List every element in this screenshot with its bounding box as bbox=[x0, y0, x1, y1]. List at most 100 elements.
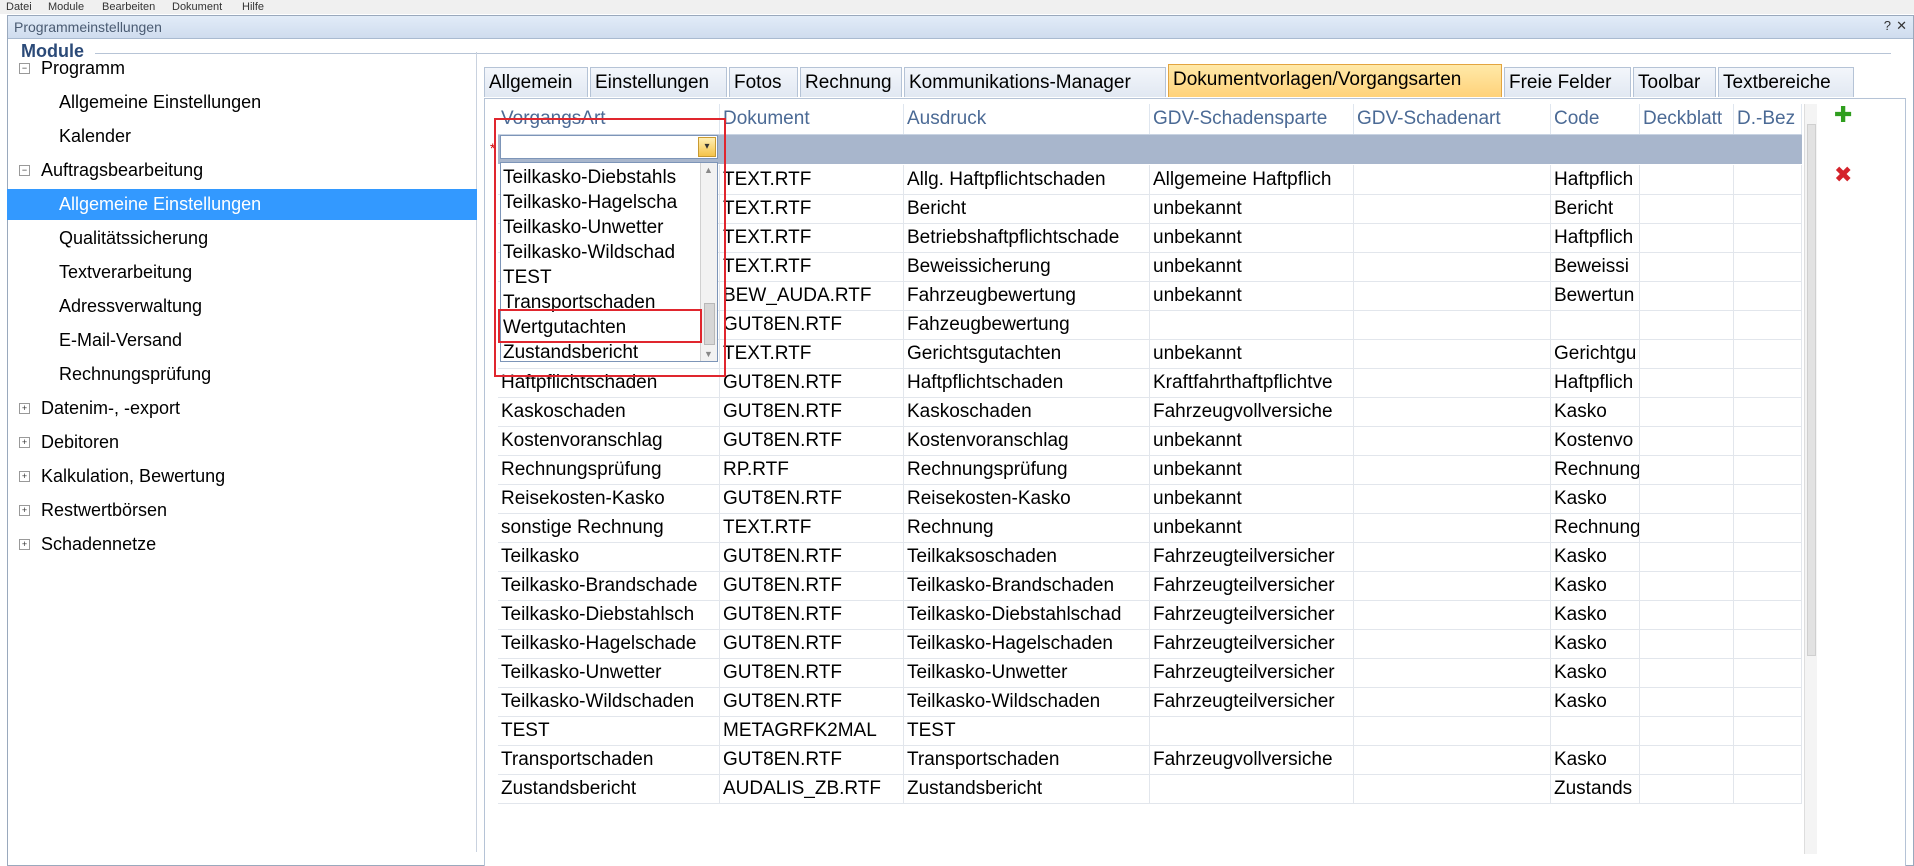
cell-gdv-schadensparte[interactable]: unbekannt bbox=[1150, 223, 1354, 252]
cell-ausdruck[interactable]: Teilkasko-Wildschaden bbox=[904, 687, 1150, 716]
tree-item-allgemeine-einstellungen[interactable]: Allgemeine Einstellungen bbox=[7, 189, 477, 220]
cell-code[interactable]: Kasko bbox=[1551, 484, 1640, 513]
cell-code[interactable]: Kasko bbox=[1551, 745, 1640, 774]
cell-ausdruck[interactable]: Haftpflichtschaden bbox=[904, 368, 1150, 397]
cell-dokument[interactable]: TEXT.RTF bbox=[720, 223, 904, 252]
cell-gdv-schadensparte[interactable]: Allgemeine Haftpflich bbox=[1150, 165, 1354, 194]
cell-d-bez[interactable] bbox=[1734, 571, 1802, 600]
expand-icon[interactable]: + bbox=[19, 437, 30, 448]
tab-freie-felder[interactable]: Freie Felder bbox=[1504, 67, 1631, 97]
cell-gdv-schadenart[interactable] bbox=[1354, 252, 1551, 281]
cell-gdv-schadenart[interactable] bbox=[1354, 223, 1551, 252]
cell-deckblatt[interactable] bbox=[1640, 484, 1734, 513]
grid-scroll-thumb[interactable] bbox=[1807, 124, 1816, 656]
cell-d-bez[interactable] bbox=[1734, 223, 1802, 252]
dropdown-option[interactable]: Teilkasko-Unwetter bbox=[503, 215, 698, 240]
cell-code[interactable]: Haftpflich bbox=[1551, 165, 1640, 194]
cell-dokument[interactable]: TEXT.RTF bbox=[720, 339, 904, 368]
dropdown-option[interactable]: Zustandsbericht bbox=[503, 340, 698, 361]
cell-gdv-schadenart[interactable] bbox=[1354, 194, 1551, 223]
expand-icon[interactable]: + bbox=[19, 403, 30, 414]
cell-code[interactable]: Kasko bbox=[1551, 397, 1640, 426]
tree-item-adressverwaltung[interactable]: Adressverwaltung bbox=[7, 291, 477, 322]
table-row[interactable]: Rechnungsprüfung RP.RTF Rechnungsprüfung un… bbox=[498, 455, 1802, 485]
cell-gdv-schadenart[interactable] bbox=[1354, 397, 1551, 426]
cell-dokument[interactable]: GUT8EN.RTF bbox=[720, 745, 904, 774]
cell-d-bez[interactable] bbox=[1734, 339, 1802, 368]
cell-code[interactable]: Gerichtgu bbox=[1551, 339, 1640, 368]
tab-allgemein[interactable]: Allgemein bbox=[484, 67, 588, 97]
cell-gdv-schadenart[interactable] bbox=[1354, 310, 1551, 339]
dropdown-scroll-thumb[interactable] bbox=[704, 303, 715, 345]
cell-dokument[interactable]: GUT8EN.RTF bbox=[720, 600, 904, 629]
cell-dokument[interactable]: TEXT.RTF bbox=[720, 252, 904, 281]
cell-ausdruck[interactable]: Betriebshaftpflichtschade bbox=[904, 223, 1150, 252]
tree-item-programm[interactable]: − Programm bbox=[7, 53, 477, 84]
cell-code[interactable]: Haftpflich bbox=[1551, 368, 1640, 397]
cell-deckblatt[interactable] bbox=[1640, 658, 1734, 687]
cell-deckblatt[interactable] bbox=[1640, 513, 1734, 542]
cell-dokument[interactable]: GUT8EN.RTF bbox=[720, 542, 904, 571]
cell-d-bez[interactable] bbox=[1734, 600, 1802, 629]
cell-gdv-schadenart[interactable] bbox=[1354, 658, 1551, 687]
grid-vertical-scrollbar[interactable] bbox=[1804, 104, 1817, 854]
cell-ausdruck[interactable]: Kostenvoranschlag bbox=[904, 426, 1150, 455]
cell-dokument[interactable]: TEXT.RTF bbox=[720, 513, 904, 542]
tree-item-textverarbeitung[interactable]: Textverarbeitung bbox=[7, 257, 477, 288]
cell-code[interactable]: Bewertun bbox=[1551, 281, 1640, 310]
tree-item-kalender[interactable]: Kalender bbox=[7, 121, 477, 152]
cell-gdv-schadensparte[interactable]: unbekannt bbox=[1150, 252, 1354, 281]
tab-einstellungen[interactable]: Einstellungen bbox=[590, 67, 727, 97]
cell-d-bez[interactable] bbox=[1734, 397, 1802, 426]
cell-dokument[interactable]: TEXT.RTF bbox=[720, 194, 904, 223]
cell-deckblatt[interactable] bbox=[1640, 745, 1734, 774]
cell-d-bez[interactable] bbox=[1734, 165, 1802, 194]
cell-d-bez[interactable] bbox=[1734, 774, 1802, 803]
cell-gdv-schadenart[interactable] bbox=[1354, 484, 1551, 513]
cell-code[interactable]: Kasko bbox=[1551, 658, 1640, 687]
cell-ausdruck[interactable]: Kaskoschaden bbox=[904, 397, 1150, 426]
cell-d-bez[interactable] bbox=[1734, 658, 1802, 687]
cell-d-bez[interactable] bbox=[1734, 542, 1802, 571]
cell-dokument[interactable]: GUT8EN.RTF bbox=[720, 310, 904, 339]
menu-module[interactable]: Module bbox=[48, 1, 84, 13]
cell-d-bez[interactable] bbox=[1734, 484, 1802, 513]
dropdown-option[interactable]: Teilkasko-Diebstahls bbox=[503, 165, 698, 190]
cell-d-bez[interactable] bbox=[1734, 629, 1802, 658]
column-header-gdv-schadensparte[interactable]: GDV-Schadensparte bbox=[1150, 104, 1354, 134]
cell-vorgangsart[interactable]: Zustandsbericht bbox=[498, 774, 720, 803]
table-row[interactable]: Teilkasko GUT8EN.RTF Teilkaksoschaden Fahrz… bbox=[498, 542, 1802, 572]
help-button[interactable]: ? bbox=[1884, 18, 1891, 33]
cell-deckblatt[interactable] bbox=[1640, 165, 1734, 194]
cell-dokument[interactable]: GUT8EN.RTF bbox=[720, 397, 904, 426]
tree-item-auftragsbearbeitung[interactable]: − Auftragsbearbeitung bbox=[7, 155, 477, 186]
column-header-gdv-schadenart[interactable]: GDV-Schadenart bbox=[1354, 104, 1551, 134]
column-header-ausdruck[interactable]: Ausdruck bbox=[904, 104, 1150, 134]
cell-gdv-schadenart[interactable] bbox=[1354, 600, 1551, 629]
cell-vorgangsart[interactable]: Teilkasko-Hagelschade bbox=[498, 629, 720, 658]
tree-item-qualitätssicherung[interactable]: Qualitätssicherung bbox=[7, 223, 477, 254]
cell-gdv-schadenart[interactable] bbox=[1354, 745, 1551, 774]
cell-vorgangsart[interactable]: Kostenvoranschlag bbox=[498, 426, 720, 455]
cell-dokument[interactable]: GUT8EN.RTF bbox=[720, 629, 904, 658]
cell-gdv-schadensparte[interactable]: Fahrzeugteilversicher bbox=[1150, 600, 1354, 629]
dropdown-scrollbar[interactable]: ▲ ▼ bbox=[700, 163, 717, 361]
cell-dokument[interactable]: GUT8EN.RTF bbox=[720, 484, 904, 513]
cell-dokument[interactable]: GUT8EN.RTF bbox=[720, 658, 904, 687]
cell-gdv-schadensparte[interactable]: unbekannt bbox=[1150, 455, 1354, 484]
cell-gdv-schadensparte[interactable]: Fahrzeugvollversiche bbox=[1150, 745, 1354, 774]
table-row[interactable]: Teilkasko-Wildschaden GUT8EN.RTF Teilkasko… bbox=[498, 687, 1802, 717]
cell-deckblatt[interactable] bbox=[1640, 774, 1734, 803]
scroll-down-icon[interactable]: ▼ bbox=[704, 349, 713, 359]
cell-gdv-schadensparte[interactable]: Kraftfahrthaftpflichtve bbox=[1150, 368, 1354, 397]
tab-textbereiche[interactable]: Textbereiche bbox=[1718, 67, 1854, 97]
expand-icon[interactable]: + bbox=[19, 539, 30, 550]
cell-gdv-schadenart[interactable] bbox=[1354, 629, 1551, 658]
tree-item-datenim-export[interactable]: + Datenim-, -export bbox=[7, 393, 477, 424]
cell-gdv-schadensparte[interactable]: Fahrzeugteilversicher bbox=[1150, 542, 1354, 571]
cell-d-bez[interactable] bbox=[1734, 745, 1802, 774]
cell-gdv-schadensparte[interactable]: unbekannt bbox=[1150, 426, 1354, 455]
table-row[interactable]: Haftpflichtschaden GUT8EN.RTF Haftpflichts… bbox=[498, 368, 1802, 398]
expand-icon[interactable]: + bbox=[19, 471, 30, 482]
cell-deckblatt[interactable] bbox=[1640, 542, 1734, 571]
